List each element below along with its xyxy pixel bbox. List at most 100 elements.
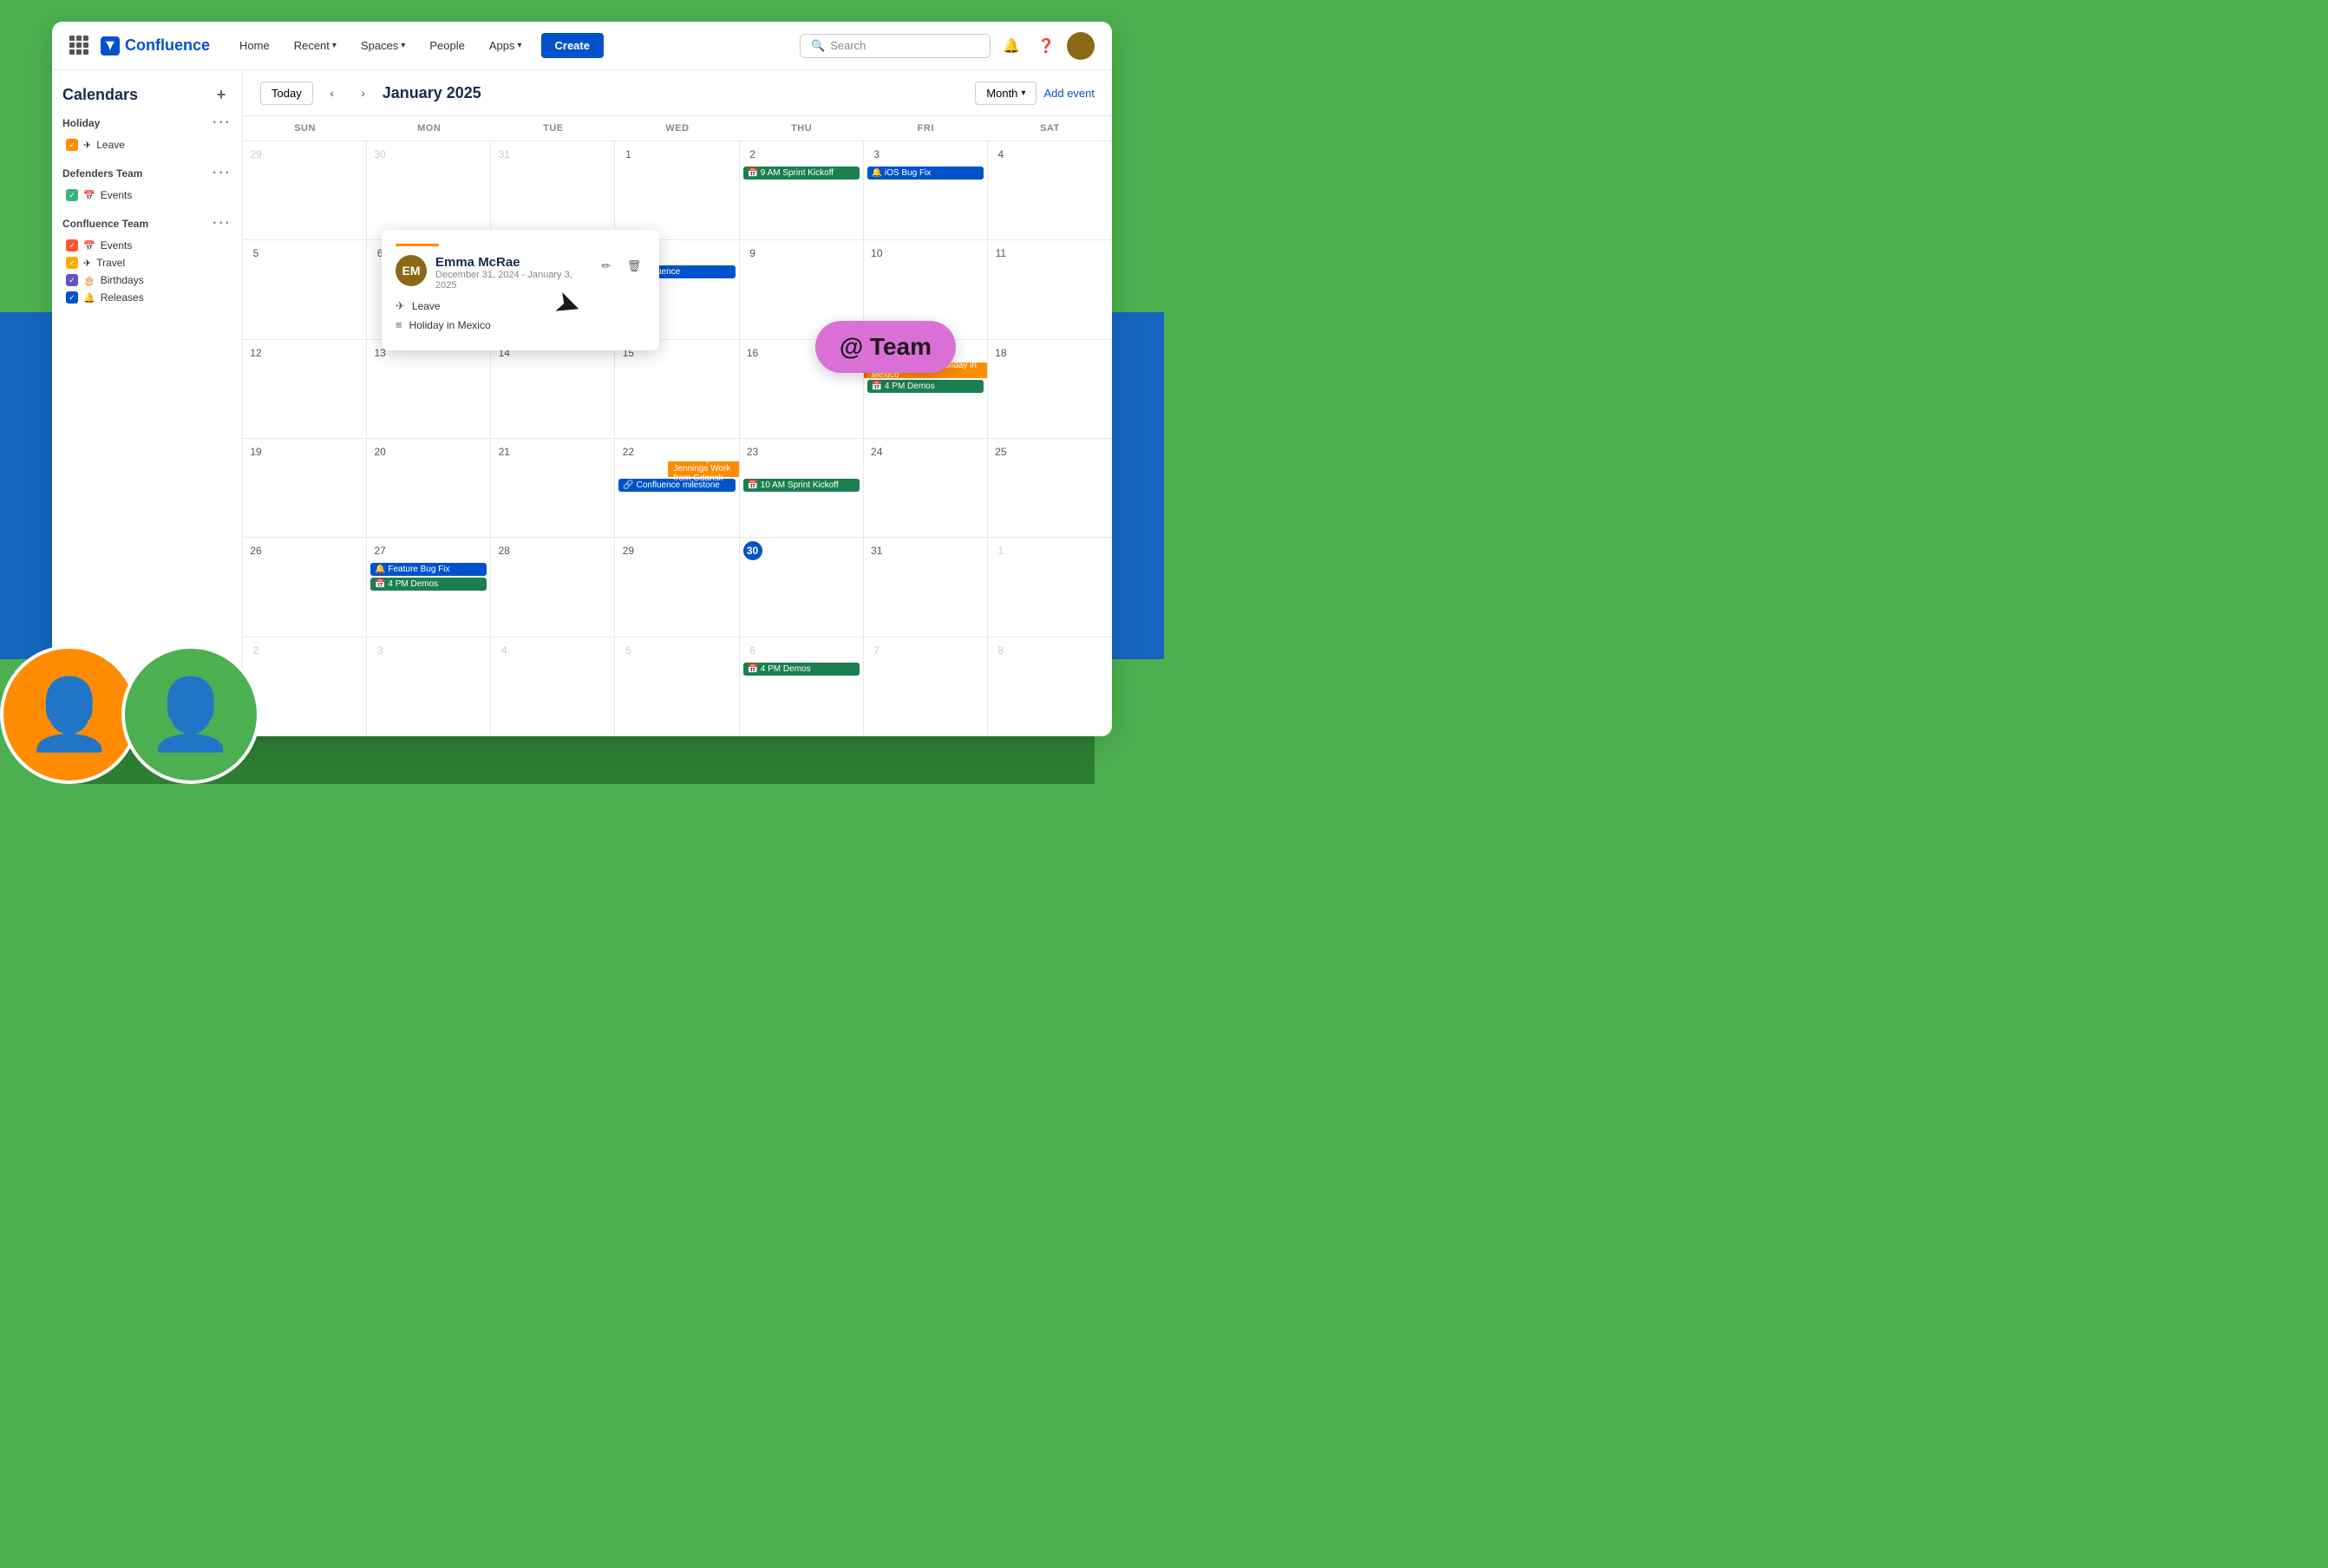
grid-icon[interactable] <box>69 36 90 56</box>
calendar-group-confluence: Confluence Team ··· ✓ 📅 Events ✓ ✈ Trave… <box>62 216 232 306</box>
popup-delete-button[interactable]: 🗑 <box>623 255 645 278</box>
checkbox-travel[interactable]: ✓ <box>66 257 78 269</box>
event-jan2-sprint[interactable]: 📅 9 AM Sprint Kickoff <box>743 167 860 180</box>
cell-jan22[interactable]: 22 ✈ Harvey Jennings Work from Gdansk 🔗 … <box>615 439 739 537</box>
week-1: 29 30 31 1 2 📅 9 AM Sprint Kickoff 3 🔔 i… <box>243 141 1112 240</box>
prev-month-button[interactable]: ‹ <box>320 81 344 105</box>
calendar-item-releases[interactable]: ✓ 🔔 Releases <box>62 289 232 306</box>
cell-jan11[interactable]: 11 <box>988 240 1112 338</box>
create-button[interactable]: Create <box>541 33 604 58</box>
checkbox-birthdays[interactable]: ✓ <box>66 274 78 286</box>
calendar-label-birthdays: Birthdays <box>101 274 144 286</box>
notifications-button[interactable]: 🔔 <box>997 32 1025 60</box>
day-header-fri: FRI <box>864 116 988 140</box>
add-calendar-button[interactable]: + <box>211 84 232 105</box>
today-button[interactable]: Today <box>260 82 313 105</box>
birthdays-icon: 🎂 <box>83 275 95 286</box>
person-avatar-2: 👤 <box>121 645 260 784</box>
event-jan23-sprint[interactable]: 📅 10 AM Sprint Kickoff <box>743 479 860 492</box>
cell-jan31[interactable]: 31 <box>864 538 988 636</box>
calendar-item-travel[interactable]: ✓ ✈ Travel <box>62 254 232 271</box>
day-headers: SUN MON TUE WED THU FRI SAT <box>243 116 1112 141</box>
cell-jan28[interactable]: 28 <box>491 538 615 636</box>
cell-jan20[interactable]: 20 <box>367 439 491 537</box>
cell-feb5[interactable]: 5 <box>615 637 739 735</box>
checkbox-defenders-events[interactable]: ✓ <box>66 189 78 201</box>
cell-jan13[interactable]: 13 <box>367 340 491 438</box>
team-mention-bubble: @ Team <box>815 321 956 373</box>
nav-apps[interactable]: Apps ▾ <box>481 34 531 57</box>
cell-feb8[interactable]: 8 <box>988 637 1112 735</box>
cell-jan12[interactable]: 12 <box>243 340 367 438</box>
calendar-toolbar: Today ‹ › January 2025 Month ▾ Add event <box>243 70 1112 116</box>
cell-jan30[interactable]: 30 <box>740 538 864 636</box>
cell-feb4[interactable]: 4 <box>491 637 615 735</box>
nav-spaces[interactable]: Spaces ▾ <box>352 34 414 57</box>
cell-jan21[interactable]: 21 <box>491 439 615 537</box>
calendar-item-confluence-events[interactable]: ✓ 📅 Events <box>62 237 232 254</box>
main-card: Confluence Home Recent ▾ Spaces ▾ People… <box>52 22 1112 736</box>
add-event-button[interactable]: Add event <box>1043 87 1095 100</box>
nav-recent[interactable]: Recent ▾ <box>285 34 345 57</box>
calendar-grid: SUN MON TUE WED THU FRI SAT 29 30 31 1 <box>243 116 1112 736</box>
cell-jan25[interactable]: 25 <box>988 439 1112 537</box>
cell-jan26[interactable]: 26 <box>243 538 367 636</box>
leave-icon: ✈ <box>83 140 91 151</box>
logo[interactable]: Confluence <box>101 36 210 56</box>
event-jan17-demos[interactable]: 📅 4 PM Demos <box>867 380 984 393</box>
group-more-holiday[interactable]: ··· <box>213 115 232 131</box>
event-jan27-demos[interactable]: 📅 4 PM Demos <box>370 578 487 591</box>
day-header-sat: SAT <box>988 116 1112 140</box>
week-6: 2 3 4 5 6 📅 4 PM Demos 7 8 <box>243 637 1112 736</box>
calendar-label-releases: Releases <box>101 291 144 304</box>
event-jan3-ios[interactable]: 🔔 iOS Bug Fix <box>867 167 984 180</box>
next-month-button[interactable]: › <box>351 81 376 105</box>
cell-jan14[interactable]: 14 <box>491 340 615 438</box>
cell-jan18[interactable]: 18 <box>988 340 1112 438</box>
cell-feb6[interactable]: 6 📅 4 PM Demos <box>740 637 864 735</box>
cell-feb2[interactable]: 2 <box>243 637 367 735</box>
cell-jan3[interactable]: 3 🔔 iOS Bug Fix <box>864 141 988 239</box>
cell-jan29[interactable]: 29 <box>615 538 739 636</box>
cell-jan23[interactable]: 23 📅 10 AM Sprint Kickoff <box>740 439 864 537</box>
cell-dec31[interactable]: 31 <box>491 141 615 239</box>
event-harvey-travel[interactable]: ✈ Harvey Jennings Work from Gdansk <box>668 461 738 477</box>
cell-jan27[interactable]: 27 🔔 Feature Bug Fix 📅 4 PM Demos <box>367 538 491 636</box>
calendar-label-travel: Travel <box>96 257 125 269</box>
cell-feb3[interactable]: 3 <box>367 637 491 735</box>
cell-feb1[interactable]: 1 <box>988 538 1112 636</box>
cell-dec30[interactable]: 30 <box>367 141 491 239</box>
cell-feb7[interactable]: 7 <box>864 637 988 735</box>
popup-header: EM Emma McRae December 31, 2024 - Januar… <box>396 255 645 291</box>
person-avatar-1: 👤 <box>0 645 139 784</box>
cell-jan1[interactable]: 1 <box>615 141 739 239</box>
event-feature-bug[interactable]: 🔔 Feature Bug Fix <box>370 563 487 576</box>
checkbox-leave[interactable]: ✓ <box>66 139 78 151</box>
checkbox-confluence-events[interactable]: ✓ <box>66 239 78 252</box>
cell-jan15[interactable]: 15 <box>615 340 739 438</box>
group-more-defenders[interactable]: ··· <box>213 166 232 181</box>
popup-calendar-row: ✈ Leave <box>396 299 645 313</box>
search-box[interactable]: 🔍 Search <box>800 34 991 58</box>
week-5: 26 27 🔔 Feature Bug Fix 📅 4 PM Demos 28 … <box>243 538 1112 637</box>
calendar-item-defenders-events[interactable]: ✓ 📅 Events <box>62 186 232 204</box>
cell-jan4[interactable]: 4 <box>988 141 1112 239</box>
group-more-confluence[interactable]: ··· <box>213 216 232 232</box>
calendar-item-leave[interactable]: ✓ ✈ Leave <box>62 136 232 154</box>
cell-jan19[interactable]: 19 <box>243 439 367 537</box>
cell-jan2[interactable]: 2 📅 9 AM Sprint Kickoff <box>740 141 864 239</box>
cell-jan5[interactable]: 5 <box>243 240 367 338</box>
month-view-button[interactable]: Month ▾ <box>975 82 1036 105</box>
help-button[interactable]: ❓ <box>1032 32 1060 60</box>
nav-home[interactable]: Home <box>231 34 278 57</box>
calendar-item-birthdays[interactable]: ✓ 🎂 Birthdays <box>62 271 232 289</box>
nav-people[interactable]: People <box>421 34 473 57</box>
releases-icon: 🔔 <box>83 292 95 304</box>
checkbox-releases[interactable]: ✓ <box>66 291 78 304</box>
event-feb6-demos[interactable]: 📅 4 PM Demos <box>743 663 860 676</box>
popup-edit-button[interactable]: ✏ <box>595 255 618 278</box>
popup-avatar: EM <box>396 255 427 286</box>
cell-jan24[interactable]: 24 <box>864 439 988 537</box>
user-avatar[interactable] <box>1067 32 1095 60</box>
cell-dec29[interactable]: 29 <box>243 141 367 239</box>
